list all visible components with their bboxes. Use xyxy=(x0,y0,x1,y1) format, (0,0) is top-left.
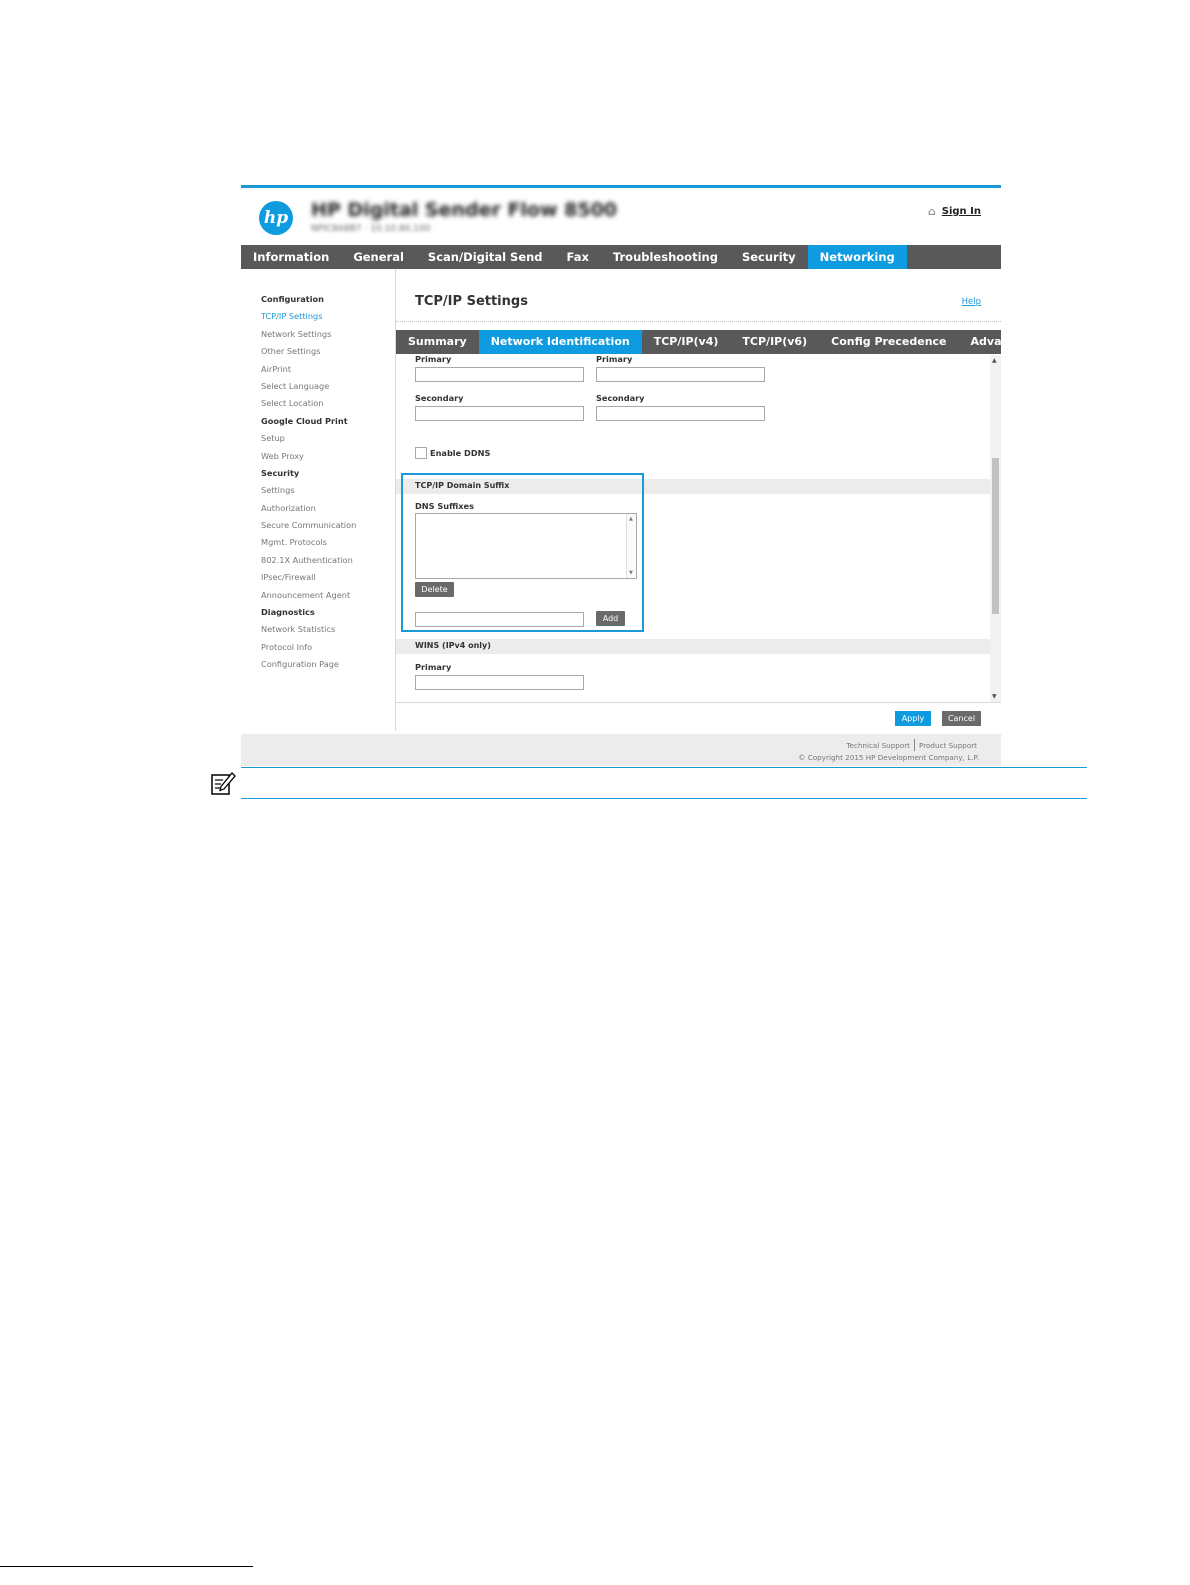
product-subtitle: NPIC8A8B7 · 10.10.80.100 xyxy=(311,224,431,234)
enable-ddns-label: Enable DDNS xyxy=(430,448,491,458)
help-link[interactable]: Help xyxy=(962,297,981,307)
sidebar-item-setup[interactable]: Setup xyxy=(261,430,395,447)
tab-information[interactable]: Information xyxy=(241,245,341,269)
title-divider xyxy=(396,321,1001,322)
subtab-tcp-ip-v4-[interactable]: TCP/IP(v4) xyxy=(642,330,731,354)
tab-security[interactable]: Security xyxy=(730,245,808,269)
apply-button[interactable]: Apply xyxy=(895,711,931,726)
sidebar: Configuration TCP/IP Settings Network Sett… xyxy=(241,269,396,731)
scroll-up-icon[interactable]: ▲ xyxy=(629,516,633,522)
wins-primary-label: Primary xyxy=(415,662,452,672)
tab-fax[interactable]: Fax xyxy=(555,245,601,269)
technical-support-link[interactable]: Technical Support xyxy=(846,741,910,750)
wins-title: WINS (IPv4 only) xyxy=(415,641,491,650)
main-nav: Information General Scan/Digital Send Fax Tr… xyxy=(241,245,1001,269)
dns-primary-label: Primary xyxy=(415,355,452,364)
sidebar-item-announcement-agent[interactable]: Announcement Agent xyxy=(261,587,395,604)
sign-in[interactable]: ⌂ Sign In xyxy=(928,205,981,218)
subtab-advanced[interactable]: Advanced xyxy=(959,330,1044,354)
secondary-dns-field[interactable] xyxy=(415,406,584,421)
scroll-up-icon[interactable]: ▲ xyxy=(992,357,997,364)
sign-in-link[interactable]: Sign In xyxy=(942,206,981,217)
product-name: HP Digital Sender Flow 8500 xyxy=(311,199,618,221)
sidebar-item-802-1x-authentication[interactable]: 802.1X Authentication xyxy=(261,552,395,569)
content-panel: TCP/IP Settings Help Summary Network Iden… xyxy=(396,269,1031,731)
sub-tabs: Summary Network Identification TCP/IP(v4) T… xyxy=(396,330,1031,354)
form-actions: Apply Cancel xyxy=(396,702,1001,732)
add-button[interactable]: Add xyxy=(596,611,625,626)
wins-primary-field[interactable] xyxy=(415,675,584,690)
copyright: © Copyright 2015 HP Development Company,… xyxy=(798,753,979,762)
tab-general[interactable]: General xyxy=(341,245,416,269)
settings-scroll-area[interactable]: Primary Primary Secondary Secondary Enab… xyxy=(396,355,1001,702)
page-footer: Technical Support Product Support © Copy… xyxy=(241,734,1001,766)
wins-section: WINS (IPv4 only) xyxy=(396,639,990,654)
list-scrollbar[interactable]: ▲ ▼ xyxy=(626,514,636,578)
enable-ddns-row[interactable]: Enable DDNS xyxy=(415,447,490,459)
dns-primary-label-2: Primary xyxy=(596,355,633,364)
header: hp HP Digital Sender Flow 8500 NPIC8A8B7… xyxy=(241,188,1001,245)
sidebar-item-select-language[interactable]: Select Language xyxy=(261,378,395,395)
tab-scan-digital-send[interactable]: Scan/Digital Send xyxy=(416,245,555,269)
footer-links: Technical Support Product Support xyxy=(846,739,977,751)
sidebar-item-select-location[interactable]: Select Location xyxy=(261,395,395,412)
subtab-tcp-ip-v6-[interactable]: TCP/IP(v6) xyxy=(730,330,819,354)
hp-logo: hp xyxy=(259,201,293,235)
sidebar-item-web-proxy[interactable]: Web Proxy xyxy=(261,448,395,465)
secondary-dns-field-2[interactable] xyxy=(596,406,765,421)
product-support-link[interactable]: Product Support xyxy=(919,741,977,750)
note-rule-top xyxy=(241,767,1087,768)
subtab-config-precedence[interactable]: Config Precedence xyxy=(819,330,958,354)
delete-button[interactable]: Delete xyxy=(415,582,454,597)
sidebar-item-network-statistics[interactable]: Network Statistics xyxy=(261,621,395,638)
sidebar-item-ipsec-firewall[interactable]: IPsec/Firewall xyxy=(261,569,395,586)
sidebar-item-authorization[interactable]: Authorization xyxy=(261,500,395,517)
footer-separator xyxy=(914,739,915,751)
sidebar-item-settings[interactable]: Settings xyxy=(261,482,395,499)
subtab-network-identification[interactable]: Network Identification xyxy=(478,330,642,354)
scroll-down-icon[interactable]: ▼ xyxy=(629,570,633,576)
primary-dns-field-2[interactable] xyxy=(596,367,765,382)
ews-window: hp HP Digital Sender Flow 8500 NPIC8A8B7… xyxy=(241,185,1031,766)
sidebar-item-secure-communication[interactable]: Secure Communication xyxy=(261,517,395,534)
dns-suffix-input[interactable] xyxy=(415,612,584,627)
scroll-thumb[interactable] xyxy=(992,458,999,614)
content-scrollbar[interactable]: ▲ ▼ xyxy=(990,355,1001,702)
subtab-summary[interactable]: Summary xyxy=(396,330,479,354)
sidebar-item-configuration-page[interactable]: Configuration Page xyxy=(261,656,395,673)
sidebar-item-other-settings[interactable]: Other Settings xyxy=(261,343,395,360)
dns-secondary-label: Secondary xyxy=(415,393,464,403)
enable-ddns-checkbox[interactable] xyxy=(415,447,427,459)
sidebar-heading-security: Security xyxy=(261,467,300,478)
sidebar-heading-diagnostics: Diagnostics xyxy=(261,607,315,618)
sidebar-heading-google-cloud-print: Google Cloud Print xyxy=(261,415,348,426)
sidebar-item-protocol-info[interactable]: Protocol Info xyxy=(261,639,395,656)
cancel-button[interactable]: Cancel xyxy=(942,711,981,726)
dns-suffixes-label: DNS Suffixes xyxy=(415,501,474,511)
sidebar-item-network-settings[interactable]: Network Settings xyxy=(261,326,395,343)
sidebar-item-mgmt-protocols[interactable]: Mgmt. Protocols xyxy=(261,534,395,551)
tab-networking[interactable]: Networking xyxy=(807,245,907,269)
tab-troubleshooting[interactable]: Troubleshooting xyxy=(601,245,730,269)
primary-dns-field[interactable] xyxy=(415,367,584,382)
sidebar-item-tcp-ip-settings[interactable]: TCP/IP Settings xyxy=(261,308,395,325)
scroll-down-icon[interactable]: ▼ xyxy=(992,693,997,700)
note-icon xyxy=(211,772,236,795)
page-title: TCP/IP Settings xyxy=(415,294,528,309)
sidebar-item-airprint[interactable]: AirPrint xyxy=(261,361,395,378)
page-bottom-rule xyxy=(0,1566,253,1567)
dns-suffixes-list[interactable]: ▲ ▼ xyxy=(415,513,637,579)
home-icon: ⌂ xyxy=(927,205,936,218)
sidebar-heading-configuration: Configuration xyxy=(261,294,324,304)
note-rule-bottom xyxy=(241,798,1087,799)
dns-secondary-label-2: Secondary xyxy=(596,393,645,403)
